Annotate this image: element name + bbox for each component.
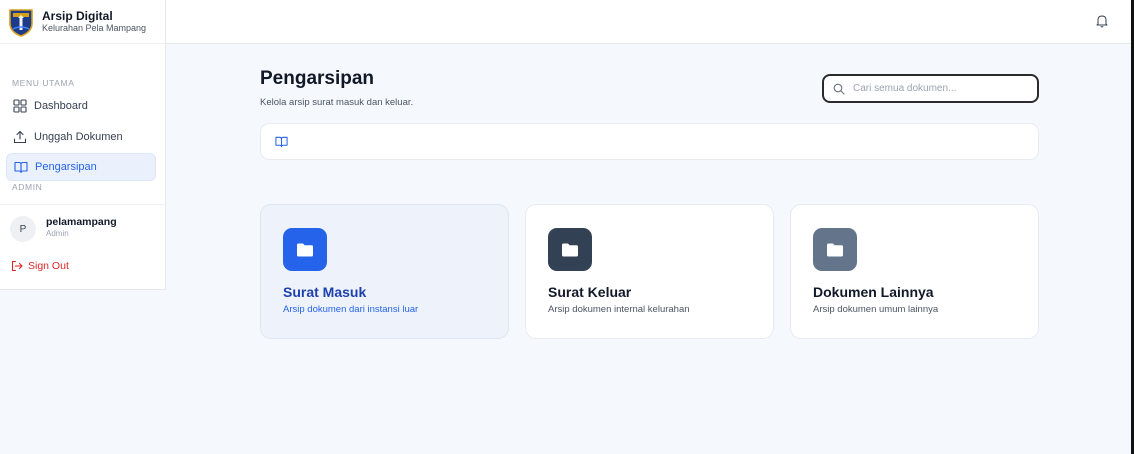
sign-out-label: Sign Out	[28, 260, 69, 272]
upload-icon	[13, 130, 27, 144]
card-description: Arsip dokumen umum lainnya	[813, 304, 939, 315]
admin-section-heading: ADMIN	[12, 182, 43, 192]
book-open-icon	[14, 161, 28, 174]
folder-icon	[827, 243, 843, 256]
card-title: Dokumen Lainnya	[813, 284, 934, 300]
card-title: Surat Masuk	[283, 284, 367, 300]
card-title: Surat Keluar	[548, 284, 632, 300]
sidebar-item-dashboard[interactable]: Dashboard	[6, 92, 156, 120]
search-box[interactable]	[822, 74, 1039, 103]
menu-section-heading: MENU UTAMA	[12, 78, 75, 88]
dashboard-grid-icon	[13, 99, 27, 113]
card-description: Arsip dokumen dari instansi luar	[283, 304, 419, 315]
folder-icon	[297, 243, 313, 256]
user-role: Admin	[46, 229, 69, 238]
breadcrumb	[260, 123, 1039, 160]
sidebar-item-label: Dashboard	[34, 100, 88, 112]
avatar: P	[10, 216, 36, 242]
folder-tile	[548, 228, 592, 271]
book-open-icon[interactable]	[275, 135, 288, 148]
sidebar-item-archive[interactable]: Pengarsipan	[6, 153, 156, 181]
sidebar-item-upload[interactable]: Unggah Dokumen	[6, 123, 156, 151]
sidebar-item-label: Pengarsipan	[35, 161, 97, 173]
user-profile: P pelamampang Admin	[0, 204, 166, 244]
category-card-surat-masuk[interactable]: Surat Masuk Arsip dokumen dari instansi …	[260, 204, 509, 339]
sign-out-icon	[11, 260, 23, 272]
category-card-surat-keluar[interactable]: Surat Keluar Arsip dokumen internal kelu…	[525, 204, 774, 339]
brand-subtitle: Kelurahan Pela Mampang	[42, 22, 147, 33]
bell-icon[interactable]	[1095, 14, 1109, 28]
brand-header[interactable]: Arsip Digital Kelurahan Pela Mampang	[0, 0, 165, 44]
sidebar-item-label: Unggah Dokumen	[34, 131, 123, 143]
city-emblem-icon	[9, 8, 33, 37]
brand-title: Arsip Digital	[42, 8, 113, 23]
sidebar: Arsip Digital Kelurahan Pela Mampang MEN…	[0, 0, 166, 290]
folder-icon	[562, 243, 578, 256]
page-subtitle: Kelola arsip surat masuk dan keluar.	[260, 97, 414, 108]
sign-out-button[interactable]: Sign Out	[11, 260, 69, 272]
folder-tile	[283, 228, 327, 271]
category-card-dokumen-lainnya[interactable]: Dokumen Lainnya Arsip dokumen umum lainn…	[790, 204, 1039, 339]
page-title: Pengarsipan	[260, 68, 375, 89]
top-bar	[166, 0, 1134, 44]
folder-tile	[813, 228, 857, 271]
card-description: Arsip dokumen internal kelurahan	[548, 304, 690, 315]
user-name: pelamampang	[46, 216, 117, 228]
search-icon	[833, 83, 845, 95]
search-input[interactable]	[853, 83, 1023, 94]
